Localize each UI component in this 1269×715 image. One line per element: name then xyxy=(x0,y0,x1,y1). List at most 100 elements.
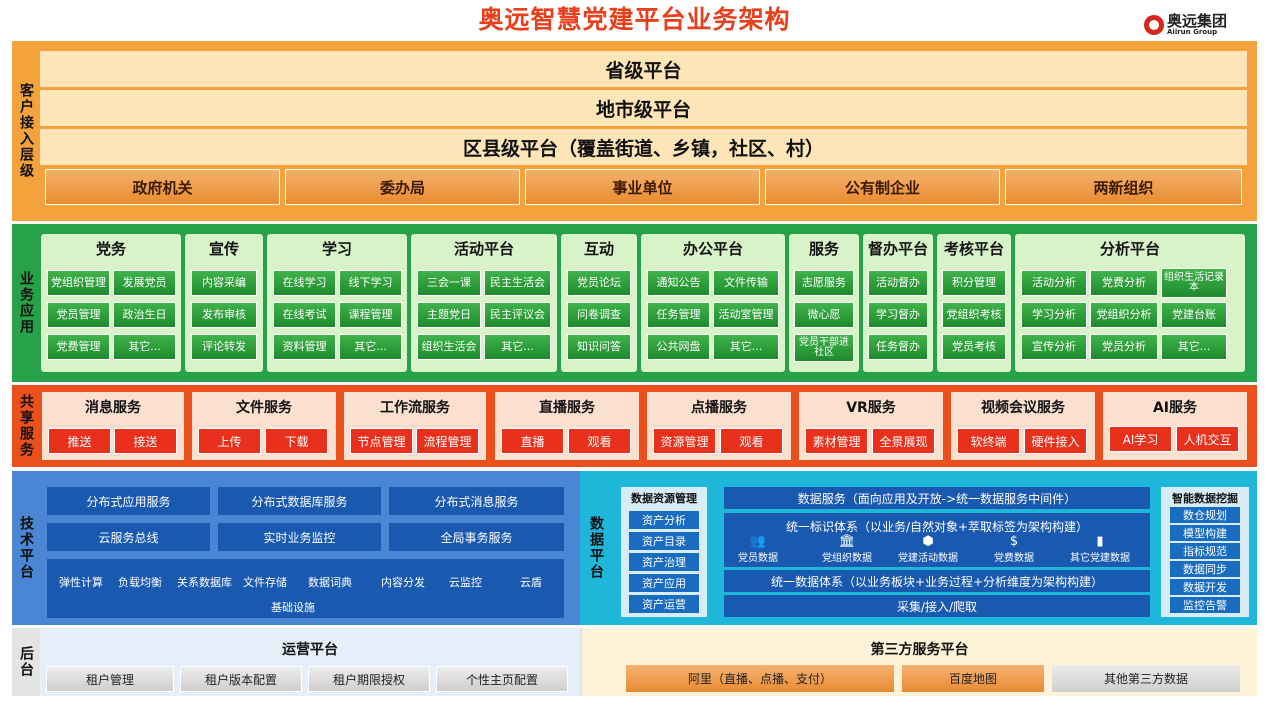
app-item[interactable]: 微心愿 xyxy=(794,302,854,328)
service-item[interactable]: 硬件接入 xyxy=(1024,428,1087,454)
app-item[interactable]: 在线学习 xyxy=(273,270,336,296)
infra-item: 关系数据库 xyxy=(177,576,232,589)
data-mining-item[interactable]: 数据同步 xyxy=(1170,561,1240,577)
collect-bar[interactable]: 采集/接入/爬取 xyxy=(724,595,1150,617)
card-title: 督办平台 xyxy=(867,240,928,258)
app-item[interactable]: 党组织管理 xyxy=(47,270,110,296)
app-item[interactable]: 其它... xyxy=(339,334,402,360)
app-item[interactable]: 党建台账 xyxy=(1161,302,1227,328)
app-item[interactable]: 学习分析 xyxy=(1021,302,1087,328)
data-mining-item[interactable]: 监控告警 xyxy=(1170,597,1240,613)
app-item[interactable]: 内容采编 xyxy=(191,270,257,296)
app-item[interactable]: 组织生活会 xyxy=(417,334,481,360)
service-item[interactable]: 接送 xyxy=(114,428,177,454)
app-item[interactable]: 党组织分析 xyxy=(1090,302,1158,328)
app-item[interactable]: 政治生日 xyxy=(113,302,176,328)
app-item[interactable]: 发展党员 xyxy=(113,270,176,296)
service-item[interactable]: 资源管理 xyxy=(653,428,716,454)
data-mining-item[interactable]: 指标规范 xyxy=(1170,543,1240,559)
app-item[interactable]: 通知公告 xyxy=(647,270,710,296)
tech-service[interactable]: 分布式数据库服务 xyxy=(218,487,381,515)
app-item[interactable]: 其它... xyxy=(713,334,779,360)
data-mining-item[interactable]: 数据开发 xyxy=(1170,579,1240,595)
money-bag-icon: $ xyxy=(1009,534,1019,549)
service-item[interactable]: 上传 xyxy=(198,428,261,454)
app-item[interactable]: 民主生活会 xyxy=(484,270,551,296)
app-item[interactable]: 党员干部进社区 xyxy=(794,334,854,362)
ops-item[interactable]: 个性主页配置 xyxy=(436,666,568,692)
tech-service[interactable]: 分布式应用服务 xyxy=(47,487,210,515)
page-title: 奥远智慧党建平台业务架构 xyxy=(478,5,791,34)
third-item[interactable]: 其他第三方数据 xyxy=(1052,665,1240,692)
app-item[interactable]: 在线考试 xyxy=(273,302,336,328)
app-item[interactable]: 党员分析 xyxy=(1090,334,1158,360)
app-item[interactable]: 党员论坛 xyxy=(567,270,631,296)
data-resource-item[interactable]: 资产目录 xyxy=(629,532,699,550)
unified-data-bar[interactable]: 统一数据体系（以业务板块+业务过程+分析维度为架构构建） xyxy=(724,570,1150,592)
service-item[interactable]: 观看 xyxy=(720,428,783,454)
data-resource-item[interactable]: 资产治理 xyxy=(629,553,699,571)
app-item[interactable]: 其它... xyxy=(484,334,551,360)
app-item[interactable]: 活动督办 xyxy=(868,270,928,296)
data-resource-item[interactable]: 资产运营 xyxy=(629,595,699,613)
service-item[interactable]: 全景展现 xyxy=(872,428,935,454)
logo-mark-icon xyxy=(1144,15,1164,35)
service-item[interactable]: 直播 xyxy=(501,428,564,454)
app-item[interactable]: 发布审核 xyxy=(191,302,257,328)
third-item[interactable]: 百度地图 xyxy=(902,665,1044,692)
app-item[interactable]: 三会一课 xyxy=(417,270,481,296)
app-item[interactable]: 公共网盘 xyxy=(647,334,710,360)
app-item[interactable]: 宣传分析 xyxy=(1021,334,1087,360)
app-item[interactable]: 知识问答 xyxy=(567,334,631,360)
tech-service[interactable]: 全局事务服务 xyxy=(389,523,564,551)
app-item[interactable]: 党费分析 xyxy=(1090,270,1158,296)
tech-service[interactable]: 云服务总线 xyxy=(47,523,210,551)
app-item[interactable]: 资料管理 xyxy=(273,334,336,360)
data-resource-item[interactable]: 资产应用 xyxy=(629,574,699,592)
app-item[interactable]: 党费管理 xyxy=(47,334,110,360)
service-item[interactable]: 下载 xyxy=(265,428,328,454)
ops-item[interactable]: 租户管理 xyxy=(46,666,174,692)
app-item[interactable]: 主题党日 xyxy=(417,302,481,328)
app-item[interactable]: 党员考核 xyxy=(942,334,1006,360)
app-item[interactable]: 任务管理 xyxy=(647,302,710,328)
service-item[interactable]: 观看 xyxy=(568,428,631,454)
company-logo: 奥远集团 Aiirun Group xyxy=(1144,10,1249,40)
service-item[interactable]: 节点管理 xyxy=(350,428,413,454)
app-item[interactable]: 课程管理 xyxy=(339,302,402,328)
app-item[interactable]: 问卷调查 xyxy=(567,302,631,328)
service-item[interactable]: 软终端 xyxy=(957,428,1020,454)
third-item[interactable]: 阿里（直播、点播、支付） xyxy=(626,665,894,692)
data-resource-item[interactable]: 资产分析 xyxy=(629,511,699,529)
unified-id-box: 统一标识体系（以业务/自然对象+萃取标签为架构构建） 👥 党员数据 🏛 党组织数据 … xyxy=(724,513,1150,567)
app-item[interactable]: 线下学习 xyxy=(339,270,402,296)
service-item[interactable]: 素材管理 xyxy=(805,428,868,454)
service-item[interactable]: 人机交互 xyxy=(1176,426,1239,452)
app-item[interactable]: 活动室管理 xyxy=(713,302,779,328)
data-mining-item[interactable]: 模型构建 xyxy=(1170,525,1240,541)
app-item[interactable]: 党员管理 xyxy=(47,302,110,328)
app-item[interactable]: 积分管理 xyxy=(942,270,1006,296)
tech-service[interactable]: 实时业务监控 xyxy=(218,523,381,551)
app-item[interactable]: 党组织考核 xyxy=(942,302,1006,328)
app-item[interactable]: 组织生活记录本 xyxy=(1161,268,1227,298)
service-item[interactable]: 推送 xyxy=(48,428,111,454)
service-item[interactable]: AI学习 xyxy=(1109,426,1172,452)
service-item[interactable]: 流程管理 xyxy=(416,428,479,454)
data-mining-item[interactable]: 数仓规划 xyxy=(1170,507,1240,523)
app-item[interactable]: 志愿服务 xyxy=(794,270,854,296)
card-title: 互动 xyxy=(583,240,614,258)
app-item[interactable]: 其它... xyxy=(113,334,176,360)
tech-service[interactable]: 分布式消息服务 xyxy=(389,487,564,515)
ops-item[interactable]: 租户期限授权 xyxy=(308,666,430,692)
app-item[interactable]: 民主评议会 xyxy=(484,302,551,328)
app-item[interactable]: 学习督办 xyxy=(868,302,928,328)
data-service-bar[interactable]: 数据服务（面向应用及开放->统一数据服务中间件） xyxy=(724,487,1150,509)
app-item[interactable]: 评论转发 xyxy=(191,334,257,360)
ops-item[interactable]: 租户版本配置 xyxy=(180,666,302,692)
app-item[interactable]: 文件传输 xyxy=(713,270,779,296)
service-title: 工作流服务 xyxy=(380,400,450,416)
app-item[interactable]: 活动分析 xyxy=(1021,270,1087,296)
app-item[interactable]: 其它... xyxy=(1161,334,1227,360)
app-item[interactable]: 任务督办 xyxy=(868,334,928,360)
